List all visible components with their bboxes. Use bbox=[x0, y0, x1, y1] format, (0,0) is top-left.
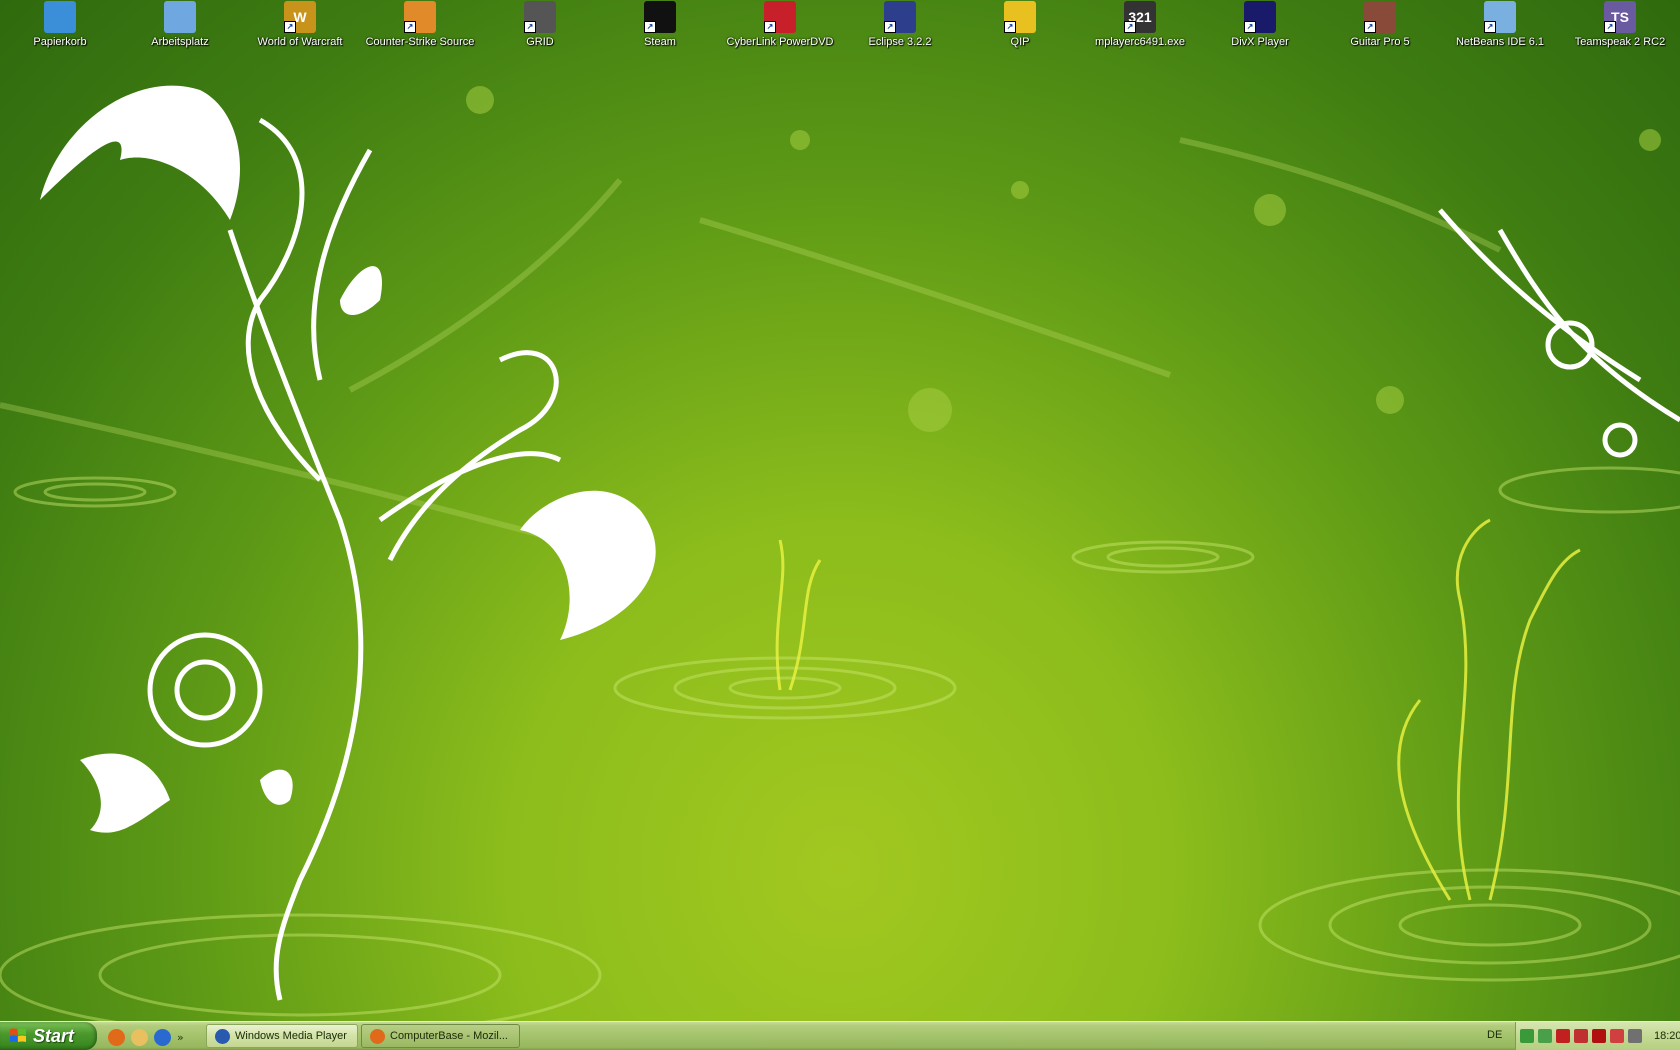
desktop-icon-label: mplayerc6491.exe bbox=[1095, 36, 1185, 48]
desktop-icon-label: Eclipse 3.2.2 bbox=[868, 36, 932, 48]
shortcut-arrow-icon: ↗ bbox=[1124, 21, 1136, 33]
shortcut-arrow-icon: ↗ bbox=[1244, 21, 1256, 33]
taskbar-button-label: ComputerBase - Mozil... bbox=[390, 1030, 508, 1042]
desktop-icon-world-of-warcraft[interactable]: W ↗ World of Warcraft bbox=[240, 0, 360, 56]
desktop-icon-label: Counter-Strike Source bbox=[365, 36, 475, 48]
quick-launch-bar: » bbox=[108, 1027, 184, 1047]
tray-icons bbox=[1516, 1029, 1642, 1043]
cs-source-icon: ↗ bbox=[404, 1, 436, 33]
wallpaper bbox=[0, 85, 1680, 1021]
shortcut-arrow-icon: ↗ bbox=[764, 21, 776, 33]
shortcut-arrow-icon: ↗ bbox=[284, 21, 296, 33]
desktop-icon-label: NetBeans IDE 6.1 bbox=[1455, 36, 1545, 48]
desktop-icon-label: World of Warcraft bbox=[257, 36, 343, 48]
shortcut-arrow-icon: ↗ bbox=[1004, 21, 1016, 33]
firefox-icon[interactable] bbox=[108, 1028, 125, 1046]
system-tray: 18:20 bbox=[1515, 1022, 1680, 1050]
qip-icon: ↗ bbox=[1004, 1, 1036, 33]
windows-media-player-icon bbox=[215, 1028, 230, 1044]
shortcut-arrow-icon: ↗ bbox=[884, 21, 896, 33]
start-button[interactable]: Start bbox=[0, 1022, 97, 1050]
clock[interactable]: 18:20 bbox=[1654, 1030, 1680, 1042]
desktop-icon-grid[interactable]: ↗ GRID bbox=[480, 0, 600, 56]
desktop-icon-label: Steam bbox=[644, 36, 676, 48]
desktop-icon-label: Guitar Pro 5 bbox=[1350, 36, 1410, 48]
shortcut-arrow-icon: ↗ bbox=[644, 21, 656, 33]
desktop-icon-label: DivX Player bbox=[1231, 36, 1289, 48]
teamspeak-icon: TS ↗ bbox=[1604, 1, 1636, 33]
network-icon[interactable] bbox=[1538, 1029, 1552, 1043]
shortcut-arrow-icon: ↗ bbox=[1484, 21, 1496, 33]
desktop-icon-qip[interactable]: ↗ QIP bbox=[960, 0, 1080, 56]
desktop-icon-counter-strike-source[interactable]: ↗ Counter-Strike Source bbox=[360, 0, 480, 56]
steam-icon: ↗ bbox=[644, 1, 676, 33]
recycle-bin-icon bbox=[44, 1, 76, 33]
desktop-icon-label: Arbeitsplatz bbox=[151, 36, 209, 48]
desktop-icon-cyberlink-powerdvd[interactable]: ↗ CyberLink PowerDVD bbox=[720, 0, 840, 56]
desktop-icon-eclipse-3-2-2[interactable]: ↗ Eclipse 3.2.2 bbox=[840, 0, 960, 56]
desktop-icon-papierkorb[interactable]: Papierkorb bbox=[0, 0, 120, 56]
desktop-icon-divx-player[interactable]: ↗ DivX Player bbox=[1200, 0, 1320, 56]
desktop-icons: Papierkorb Arbeitsplatz W ↗ World of Warcraf… bbox=[0, 0, 1680, 60]
media-player-classic-icon: 321 ↗ bbox=[1124, 1, 1156, 33]
internet-explorer-icon[interactable] bbox=[154, 1028, 171, 1046]
powerdvd-icon: ↗ bbox=[764, 1, 796, 33]
volume-icon[interactable] bbox=[1628, 1029, 1642, 1043]
folder-icon[interactable] bbox=[131, 1028, 148, 1046]
taskbar-button-windows-media-player[interactable]: Windows Media Player bbox=[206, 1024, 358, 1048]
desktop-icon-mplayerc6491-exe[interactable]: 321 ↗ mplayerc6491.exe bbox=[1080, 0, 1200, 56]
desktop-icon-label: CyberLink PowerDVD bbox=[726, 36, 834, 48]
desktop-icon-netbeans-ide-6-1[interactable]: ↗ NetBeans IDE 6.1 bbox=[1440, 0, 1560, 56]
desktop-icon-label: Papierkorb bbox=[33, 36, 87, 48]
guitar-pro-icon: ↗ bbox=[1364, 1, 1396, 33]
security-icon[interactable] bbox=[1574, 1029, 1588, 1043]
desktop-icon-teamspeak-2-rc2[interactable]: TS ↗ Teamspeak 2 RC2 bbox=[1560, 0, 1680, 56]
acrobat-icon[interactable] bbox=[1592, 1029, 1606, 1043]
desktop-icon-label: GRID bbox=[526, 36, 554, 48]
start-label: Start bbox=[33, 1025, 75, 1046]
shortcut-arrow-icon: ↗ bbox=[1364, 21, 1376, 33]
desktop-icon-label: Teamspeak 2 RC2 bbox=[1574, 36, 1666, 48]
desktop[interactable]: Papierkorb Arbeitsplatz W ↗ World of Warcraf… bbox=[0, 0, 1680, 1021]
shortcut-arrow-icon: ↗ bbox=[1604, 21, 1616, 33]
eclipse-icon: ↗ bbox=[884, 1, 916, 33]
shortcut-arrow-icon: ↗ bbox=[404, 21, 416, 33]
my-computer-icon bbox=[164, 1, 196, 33]
shortcut-arrow-icon: ↗ bbox=[524, 21, 536, 33]
taskbar-button-label: Windows Media Player bbox=[235, 1030, 347, 1042]
desktop-icon-guitar-pro-5[interactable]: ↗ Guitar Pro 5 bbox=[1320, 0, 1440, 56]
divx-icon: ↗ bbox=[1244, 1, 1276, 33]
taskbar-button-firefox[interactable]: ComputerBase - Mozil... bbox=[361, 1024, 520, 1048]
firefox-icon bbox=[370, 1028, 385, 1044]
desktop-icon-label: QIP bbox=[1010, 36, 1030, 48]
windows-logo-icon bbox=[10, 1028, 26, 1042]
quick-launch-more-button[interactable]: » bbox=[177, 1031, 184, 1044]
antivirus-icon[interactable] bbox=[1556, 1029, 1570, 1043]
desktop-icon-arbeitsplatz[interactable]: Arbeitsplatz bbox=[120, 0, 240, 56]
language-indicator[interactable]: DE bbox=[1487, 1029, 1502, 1041]
taskbar: Start » Windows Media Player ComputerBas… bbox=[0, 1021, 1680, 1050]
user-icon[interactable] bbox=[1520, 1029, 1534, 1043]
desktop-icon-steam[interactable]: ↗ Steam bbox=[600, 0, 720, 56]
netbeans-icon: ↗ bbox=[1484, 1, 1516, 33]
wow-icon: W ↗ bbox=[284, 1, 316, 33]
grid-icon: ↗ bbox=[524, 1, 556, 33]
flag-icon[interactable] bbox=[1610, 1029, 1624, 1043]
